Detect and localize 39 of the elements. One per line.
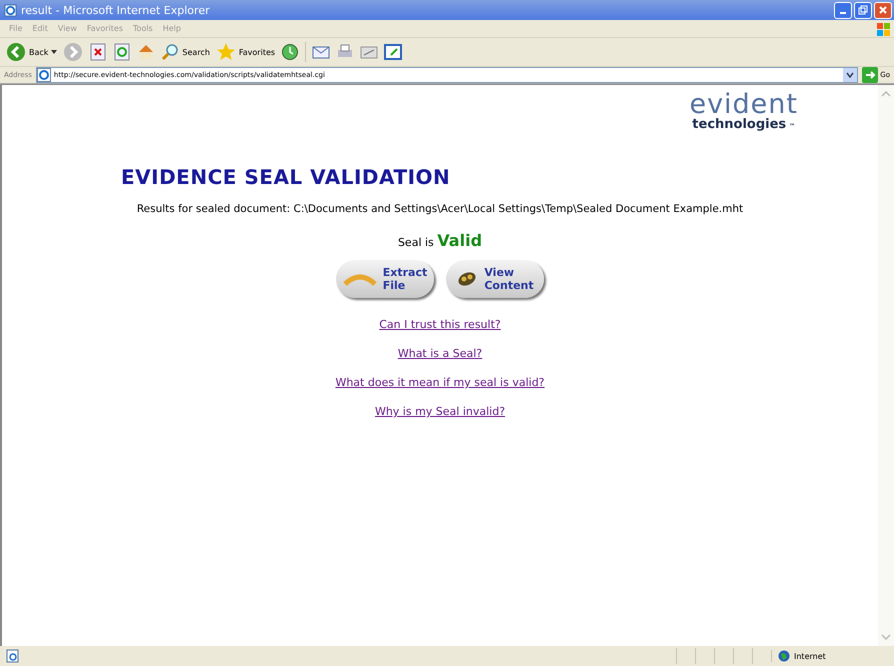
- close-icon: [878, 5, 888, 15]
- logo-subtitle: technologies: [692, 117, 786, 132]
- star-icon: [216, 42, 236, 62]
- minimize-button[interactable]: [834, 2, 852, 18]
- arc-icon: [342, 272, 377, 286]
- zone-indicator: Internet: [771, 650, 888, 662]
- page-heading: EVIDENCE SEAL VALIDATION: [121, 165, 450, 189]
- help-link[interactable]: Why is my Seal invalid?: [374, 405, 506, 418]
- window-icon[interactable]: [384, 43, 402, 61]
- globe-icon: [778, 650, 790, 662]
- minimize-icon: [840, 12, 846, 14]
- restore-button[interactable]: [854, 2, 872, 18]
- page-icon: [6, 649, 20, 663]
- browser-icon: [4, 4, 17, 16]
- results-text: Results for sealed document: C:\Documents and Settings\Acer\Local Settings\Temp\Sealed Document Example.mht: [136, 203, 744, 215]
- binoculars-icon: [456, 270, 478, 288]
- window-title: result - Microsoft Internet Explorer: [21, 4, 211, 16]
- restore-icon: [858, 5, 868, 15]
- help-link[interactable]: What is a Seal?: [398, 347, 482, 360]
- flag-icon: [876, 22, 890, 36]
- search-icon: [161, 43, 180, 61]
- extract-file-button[interactable]: Extract File: [336, 260, 434, 298]
- stop-icon[interactable]: [89, 43, 108, 61]
- refresh-icon[interactable]: [113, 43, 132, 61]
- back-button[interactable]: Back: [6, 42, 58, 62]
- help-link[interactable]: Can I trust this result?: [379, 318, 501, 331]
- view-content-button[interactable]: View Content: [446, 260, 544, 298]
- caret-icon: [51, 50, 58, 54]
- dropdown-icon[interactable]: [843, 68, 858, 82]
- logo-text: evident: [689, 91, 798, 118]
- home-icon[interactable]: [137, 43, 156, 61]
- page-icon: [36, 68, 51, 82]
- seal-label: Seal is: [398, 236, 434, 249]
- history-icon[interactable]: [281, 43, 300, 61]
- help-link[interactable]: What does it mean if my seal is valid?: [335, 376, 545, 389]
- close-button[interactable]: [874, 2, 892, 18]
- search-button[interactable]: Search: [161, 43, 210, 61]
- seal-status: Valid: [437, 231, 482, 250]
- favorites-button[interactable]: Favorites: [216, 42, 276, 62]
